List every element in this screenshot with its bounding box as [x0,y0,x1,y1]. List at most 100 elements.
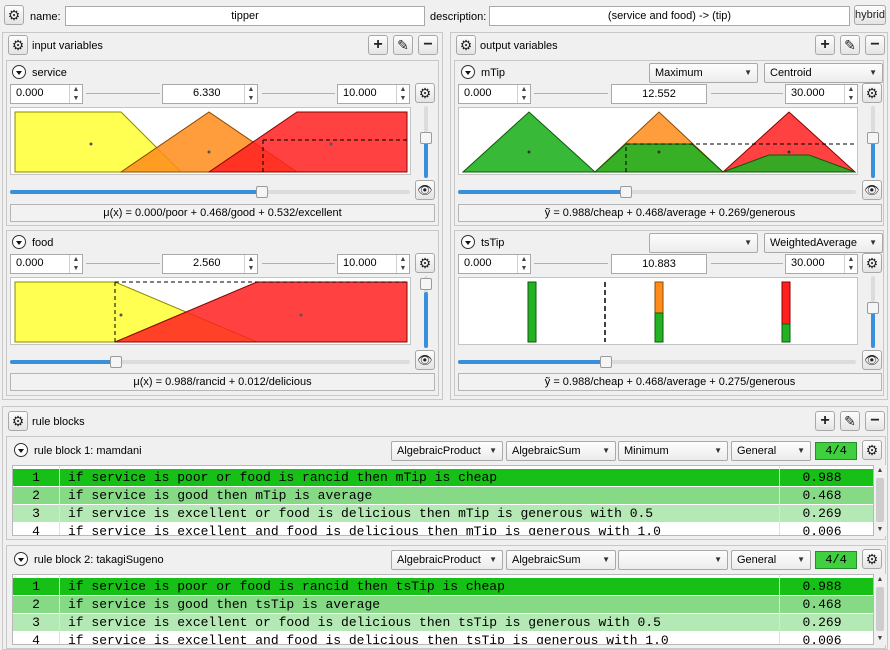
plus-icon: + [820,36,830,53]
spin-arrows-icon[interactable]: ▲ ▼ [69,255,82,273]
rule-row[interactable]: 4 if service is excellent and food is del… [13,632,873,644]
service-value-spinbox[interactable]: 6.330 ▲ ▼ [162,84,258,104]
food-visibility-button[interactable]: 👁 [415,350,435,370]
rule-blocks-settings-button[interactable]: ⚙ [8,411,28,431]
collapse-mtip-icon[interactable] [461,65,475,79]
rule-row[interactable]: 3 if service is excellent or food is deli… [13,614,873,631]
output-variables-title: output variables [480,40,558,52]
rule-row[interactable]: 4 if service is excellent and food is del… [13,523,873,535]
mtip-aggregation-select[interactable]: Maximum ▼ [649,63,758,83]
rule-row[interactable]: 2 if service is good then mTip is average… [13,487,873,504]
mtip-visibility-button[interactable]: 👁 [862,180,882,200]
service-settings-button[interactable]: ⚙ [415,83,435,103]
collapse-food-icon[interactable] [12,235,26,249]
food-settings-button[interactable]: ⚙ [415,253,435,273]
tstip-defuzzifier-select[interactable]: WeightedAverage ▼ [764,233,883,253]
mtip-vertical-slider[interactable] [867,106,879,178]
rule-row[interactable]: 1 if service is poor or food is rancid th… [13,469,873,486]
service-visibility-button[interactable]: 👁 [415,180,435,200]
spin-arrows-icon[interactable]: ▲ ▼ [396,85,409,103]
name-input[interactable]: tipper [65,6,425,26]
gear-icon: ⚙ [865,551,879,567]
plus-icon: + [373,36,383,53]
activation-select[interactable]: General ▼ [731,550,811,570]
implication-select[interactable]: Minimum ▼ [618,441,728,461]
spin-arrows-icon[interactable]: ▲ ▼ [69,85,82,103]
rule-block-2-scrollbar[interactable]: ▲ ▼ [874,574,886,645]
collapse-rule-block-2-icon[interactable] [14,552,28,566]
description-input[interactable]: (service and food) -> (tip) [489,6,850,26]
tstip-visibility-button[interactable]: 👁 [862,350,882,370]
add-input-button[interactable]: + [368,35,388,55]
service-max-spinbox[interactable]: 10.000 ▲ ▼ [337,84,410,104]
hybrid-button[interactable]: hybrid [854,5,886,25]
scroll-down-icon[interactable]: ▼ [874,633,886,645]
spin-arrows-icon[interactable]: ▲ ▼ [517,255,530,273]
rule-row[interactable]: 2 if service is good then tsTip is averag… [13,596,873,613]
collapse-service-icon[interactable] [12,65,26,79]
conjunction-select[interactable]: AlgebraicProduct ▼ [391,441,503,461]
mtip-defuzzifier-select[interactable]: Centroid ▼ [764,63,883,83]
activation-select[interactable]: General ▼ [731,441,811,461]
input-variables-settings-button[interactable]: ⚙ [8,35,28,55]
service-min-spinbox[interactable]: 0.000 ▲ ▼ [10,84,83,104]
disjunction-select[interactable]: AlgebraicSum ▼ [506,441,616,461]
rule-block-2-settings-button[interactable]: ⚙ [862,549,882,569]
mtip-max-spinbox[interactable]: 30.000 ▲ ▼ [785,84,858,104]
food-value-spinbox[interactable]: 2.560 ▲ ▼ [162,254,258,274]
food-vertical-slider[interactable] [420,276,432,348]
mtip-value-field[interactable]: 12.552 [611,84,707,104]
tstip-min-spinbox[interactable]: 0.000 ▲ ▼ [458,254,531,274]
add-output-button[interactable]: + [815,35,835,55]
rule-row[interactable]: 1 if service is poor or food is rancid th… [13,578,873,595]
edit-output-button[interactable]: ✎ [840,35,860,55]
service-vertical-slider[interactable] [420,106,432,178]
collapse-rule-block-1-icon[interactable] [14,443,28,457]
rule-row[interactable]: 3 if service is excellent or food is deli… [13,505,873,522]
rule-block-1-scrollbar[interactable]: ▲ ▼ [874,465,886,536]
mtip-min-spinbox[interactable]: 0.000 ▲ ▼ [458,84,531,104]
food-max-spinbox[interactable]: 10.000 ▲ ▼ [337,254,410,274]
scroll-up-icon[interactable]: ▲ [874,465,886,477]
spin-arrows-icon[interactable]: ▲ ▼ [844,85,857,103]
spin-arrows-icon[interactable]: ▲ ▼ [244,255,257,273]
mtip-value-slider[interactable] [458,186,856,198]
tstip-value-slider[interactable] [458,356,856,368]
mtip-settings-button[interactable]: ⚙ [862,83,882,103]
tstip-aggregation-select[interactable]: ▼ [649,233,758,253]
scroll-up-icon[interactable]: ▲ [874,574,886,586]
output-variables-settings-button[interactable]: ⚙ [456,35,476,55]
tstip-vertical-slider[interactable] [867,276,879,348]
chevron-down-icon: ▼ [602,555,610,564]
spin-arrows-icon[interactable]: ▲ ▼ [844,255,857,273]
scroll-down-icon[interactable]: ▼ [874,524,886,536]
service-value-slider[interactable] [10,186,410,198]
disjunction-select[interactable]: AlgebraicSum ▼ [506,550,616,570]
edit-input-button[interactable]: ✎ [393,35,413,55]
conjunction-select[interactable]: AlgebraicProduct ▼ [391,550,503,570]
divider [86,93,160,94]
add-rule-block-button[interactable]: + [815,411,835,431]
remove-output-button[interactable]: − [865,35,885,55]
rule-block-2-rules: 1 if service is poor or food is rancid th… [12,574,874,645]
gear-icon: ⚙ [865,442,879,458]
spin-arrows-icon[interactable]: ▲ ▼ [396,255,409,273]
remove-rule-block-button[interactable]: − [865,411,885,431]
eye-icon: 👁 [864,353,880,367]
spin-arrows-icon[interactable]: ▲ ▼ [517,85,530,103]
remove-input-button[interactable]: − [418,35,438,55]
tstip-value-field[interactable]: 10.883 [611,254,707,274]
spin-arrows-icon[interactable]: ▲ ▼ [244,85,257,103]
food-min-spinbox[interactable]: 0.000 ▲ ▼ [10,254,83,274]
rule-block-1-settings-button[interactable]: ⚙ [862,440,882,460]
implication-select[interactable]: ▼ [618,550,728,570]
food-value-slider[interactable] [10,356,410,368]
term-centroid [527,150,531,154]
tstip-max-spinbox[interactable]: 30.000 ▲ ▼ [785,254,858,274]
food-membership-plot [10,277,411,345]
settings-button[interactable]: ⚙ [4,5,24,25]
tstip-settings-button[interactable]: ⚙ [862,253,882,273]
gear-icon: ⚙ [11,413,25,429]
edit-rule-block-button[interactable]: ✎ [840,411,860,431]
collapse-tstip-icon[interactable] [461,235,475,249]
